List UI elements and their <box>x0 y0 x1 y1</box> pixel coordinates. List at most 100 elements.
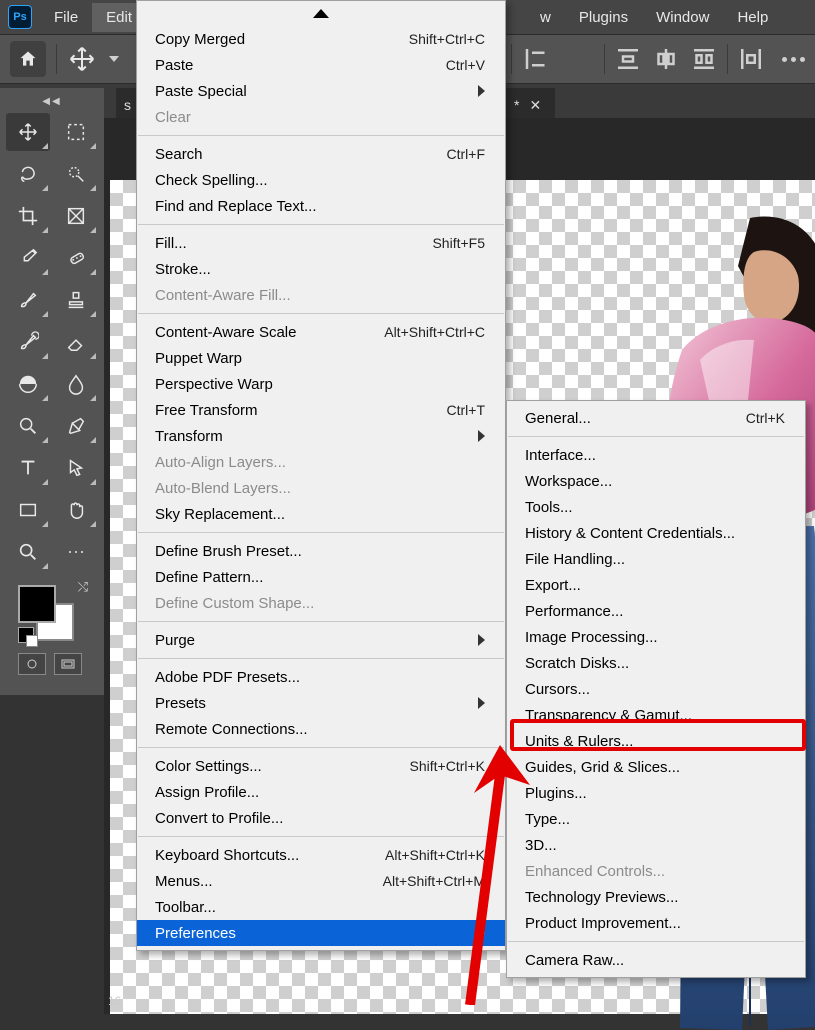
pref-transparency-gamut[interactable]: Transparency & Gamut... <box>507 702 805 728</box>
menu-item-preferences[interactable]: Preferences <box>137 920 505 946</box>
menu-item-copy-merged[interactable]: Copy MergedShift+Ctrl+C <box>137 26 505 52</box>
menu-item-adobe-pdf-presets[interactable]: Adobe PDF Presets... <box>137 664 505 690</box>
pref-product-improvement[interactable]: Product Improvement... <box>507 910 805 936</box>
color-swatches[interactable]: ⤭ <box>14 581 86 645</box>
menu-item-paste-special[interactable]: Paste Special <box>137 78 505 104</box>
more-options-icon[interactable] <box>782 57 805 62</box>
move-tool-icon[interactable] <box>67 44 97 74</box>
type-tool[interactable] <box>6 449 50 487</box>
menu-item-toolbar[interactable]: Toolbar... <box>137 894 505 920</box>
hand-tool[interactable] <box>54 491 98 529</box>
distribute-vcenter-icon[interactable] <box>651 44 681 74</box>
menu-item-convert-profile[interactable]: Convert to Profile... <box>137 805 505 831</box>
pref-general[interactable]: General...Ctrl+K <box>507 405 805 431</box>
menu-file[interactable]: File <box>40 3 92 32</box>
menu-item-find-replace[interactable]: Find and Replace Text... <box>137 193 505 219</box>
dropdown-icon[interactable] <box>107 44 121 74</box>
pref-performance[interactable]: Performance... <box>507 598 805 624</box>
menu-item-menus[interactable]: Menus...Alt+Shift+Ctrl+M <box>137 868 505 894</box>
menu-item-puppet-warp[interactable]: Puppet Warp <box>137 345 505 371</box>
menu-item-content-aware-scale[interactable]: Content-Aware ScaleAlt+Shift+Ctrl+C <box>137 319 505 345</box>
pref-scratch-disks[interactable]: Scratch Disks... <box>507 650 805 676</box>
menu-window[interactable]: Window <box>642 3 723 32</box>
distribute-bottom-icon[interactable] <box>689 44 719 74</box>
home-button[interactable] <box>10 41 46 77</box>
menu-item-keyboard-shortcuts[interactable]: Keyboard Shortcuts...Alt+Shift+Ctrl+K <box>137 842 505 868</box>
edit-toolbar[interactable]: ⋯ <box>54 533 98 571</box>
menu-item-paste[interactable]: PasteCtrl+V <box>137 52 505 78</box>
menu-item-presets[interactable]: Presets <box>137 690 505 716</box>
menu-item-assign-profile[interactable]: Assign Profile... <box>137 779 505 805</box>
submenu-arrow-icon <box>478 430 485 442</box>
eraser-tool[interactable] <box>54 323 98 361</box>
menu-plugins[interactable]: Plugins <box>565 3 642 32</box>
foreground-color[interactable] <box>18 585 56 623</box>
crop-tool[interactable] <box>6 197 50 235</box>
healing-tool[interactable] <box>54 239 98 277</box>
lasso-tool[interactable] <box>6 155 50 193</box>
menu-item-purge[interactable]: Purge <box>137 627 505 653</box>
blur-tool[interactable] <box>54 365 98 403</box>
pref-plugins[interactable]: Plugins... <box>507 780 805 806</box>
tab-dirty-indicator: * <box>514 97 519 113</box>
align-left-icon[interactable] <box>522 44 552 74</box>
menu-item-remote-connections[interactable]: Remote Connections... <box>137 716 505 742</box>
move-tool[interactable] <box>6 113 50 151</box>
zoom-tool[interactable] <box>6 533 50 571</box>
rectangle-tool[interactable] <box>6 491 50 529</box>
menu-item-define-shape: Define Custom Shape... <box>137 590 505 616</box>
marquee-tool[interactable] <box>54 113 98 151</box>
distribute-top-icon[interactable] <box>613 44 643 74</box>
pref-cursors[interactable]: Cursors... <box>507 676 805 702</box>
pref-image-processing[interactable]: Image Processing... <box>507 624 805 650</box>
brush-tool[interactable] <box>6 281 50 319</box>
pref-file-handling[interactable]: File Handling... <box>507 546 805 572</box>
menu-help[interactable]: Help <box>723 3 782 32</box>
pref-3d[interactable]: 3D... <box>507 832 805 858</box>
menu-item-sky-replacement[interactable]: Sky Replacement... <box>137 501 505 527</box>
menu-item-auto-align: Auto-Align Layers... <box>137 449 505 475</box>
toolbox-collapse-icon[interactable]: ◀◀ <box>4 94 100 113</box>
menu-item-color-settings[interactable]: Color Settings...Shift+Ctrl+K <box>137 753 505 779</box>
pref-camera-raw[interactable]: Camera Raw... <box>507 947 805 973</box>
document-tab-fragment[interactable]: * ✕ <box>500 88 555 122</box>
distribute-hspace-icon[interactable] <box>736 44 766 74</box>
history-brush-tool[interactable] <box>6 323 50 361</box>
menu-item-search[interactable]: SearchCtrl+F <box>137 141 505 167</box>
pref-guides-grid[interactable]: Guides, Grid & Slices... <box>507 754 805 780</box>
gradient-tool[interactable] <box>6 365 50 403</box>
quick-select-tool[interactable] <box>54 155 98 193</box>
stamp-tool[interactable] <box>54 281 98 319</box>
standard-mode[interactable] <box>18 653 46 675</box>
menu-item-free-transform[interactable]: Free TransformCtrl+T <box>137 397 505 423</box>
pref-type[interactable]: Type... <box>507 806 805 832</box>
submenu-arrow-icon <box>478 697 485 709</box>
menu-view-partial[interactable]: w <box>526 3 565 32</box>
pref-tech-previews[interactable]: Technology Previews... <box>507 884 805 910</box>
menu-item-fill[interactable]: Fill...Shift+F5 <box>137 230 505 256</box>
eyedropper-tool[interactable] <box>6 239 50 277</box>
pref-units-rulers[interactable]: Units & Rulers... <box>507 728 805 754</box>
edit-menu-dropdown: Copy MergedShift+Ctrl+C PasteCtrl+V Past… <box>136 0 506 951</box>
menu-item-transform[interactable]: Transform <box>137 423 505 449</box>
menu-scroll-up-icon[interactable] <box>137 5 505 26</box>
pref-workspace[interactable]: Workspace... <box>507 468 805 494</box>
pref-interface[interactable]: Interface... <box>507 442 805 468</box>
submenu-arrow-icon <box>478 927 485 939</box>
menu-item-define-brush[interactable]: Define Brush Preset... <box>137 538 505 564</box>
menu-item-stroke[interactable]: Stroke... <box>137 256 505 282</box>
swap-colors-icon[interactable]: ⤭ <box>78 579 88 595</box>
menu-item-check-spelling[interactable]: Check Spelling... <box>137 167 505 193</box>
screen-mode[interactable] <box>54 653 82 675</box>
pref-tools[interactable]: Tools... <box>507 494 805 520</box>
pref-export[interactable]: Export... <box>507 572 805 598</box>
close-icon[interactable]: ✕ <box>529 97 541 114</box>
submenu-arrow-icon <box>478 85 485 97</box>
pen-tool[interactable] <box>54 407 98 445</box>
pref-history[interactable]: History & Content Credentials... <box>507 520 805 546</box>
frame-tool[interactable] <box>54 197 98 235</box>
path-select-tool[interactable] <box>54 449 98 487</box>
menu-item-define-pattern[interactable]: Define Pattern... <box>137 564 505 590</box>
dodge-tool[interactable] <box>6 407 50 445</box>
menu-item-perspective-warp[interactable]: Perspective Warp <box>137 371 505 397</box>
